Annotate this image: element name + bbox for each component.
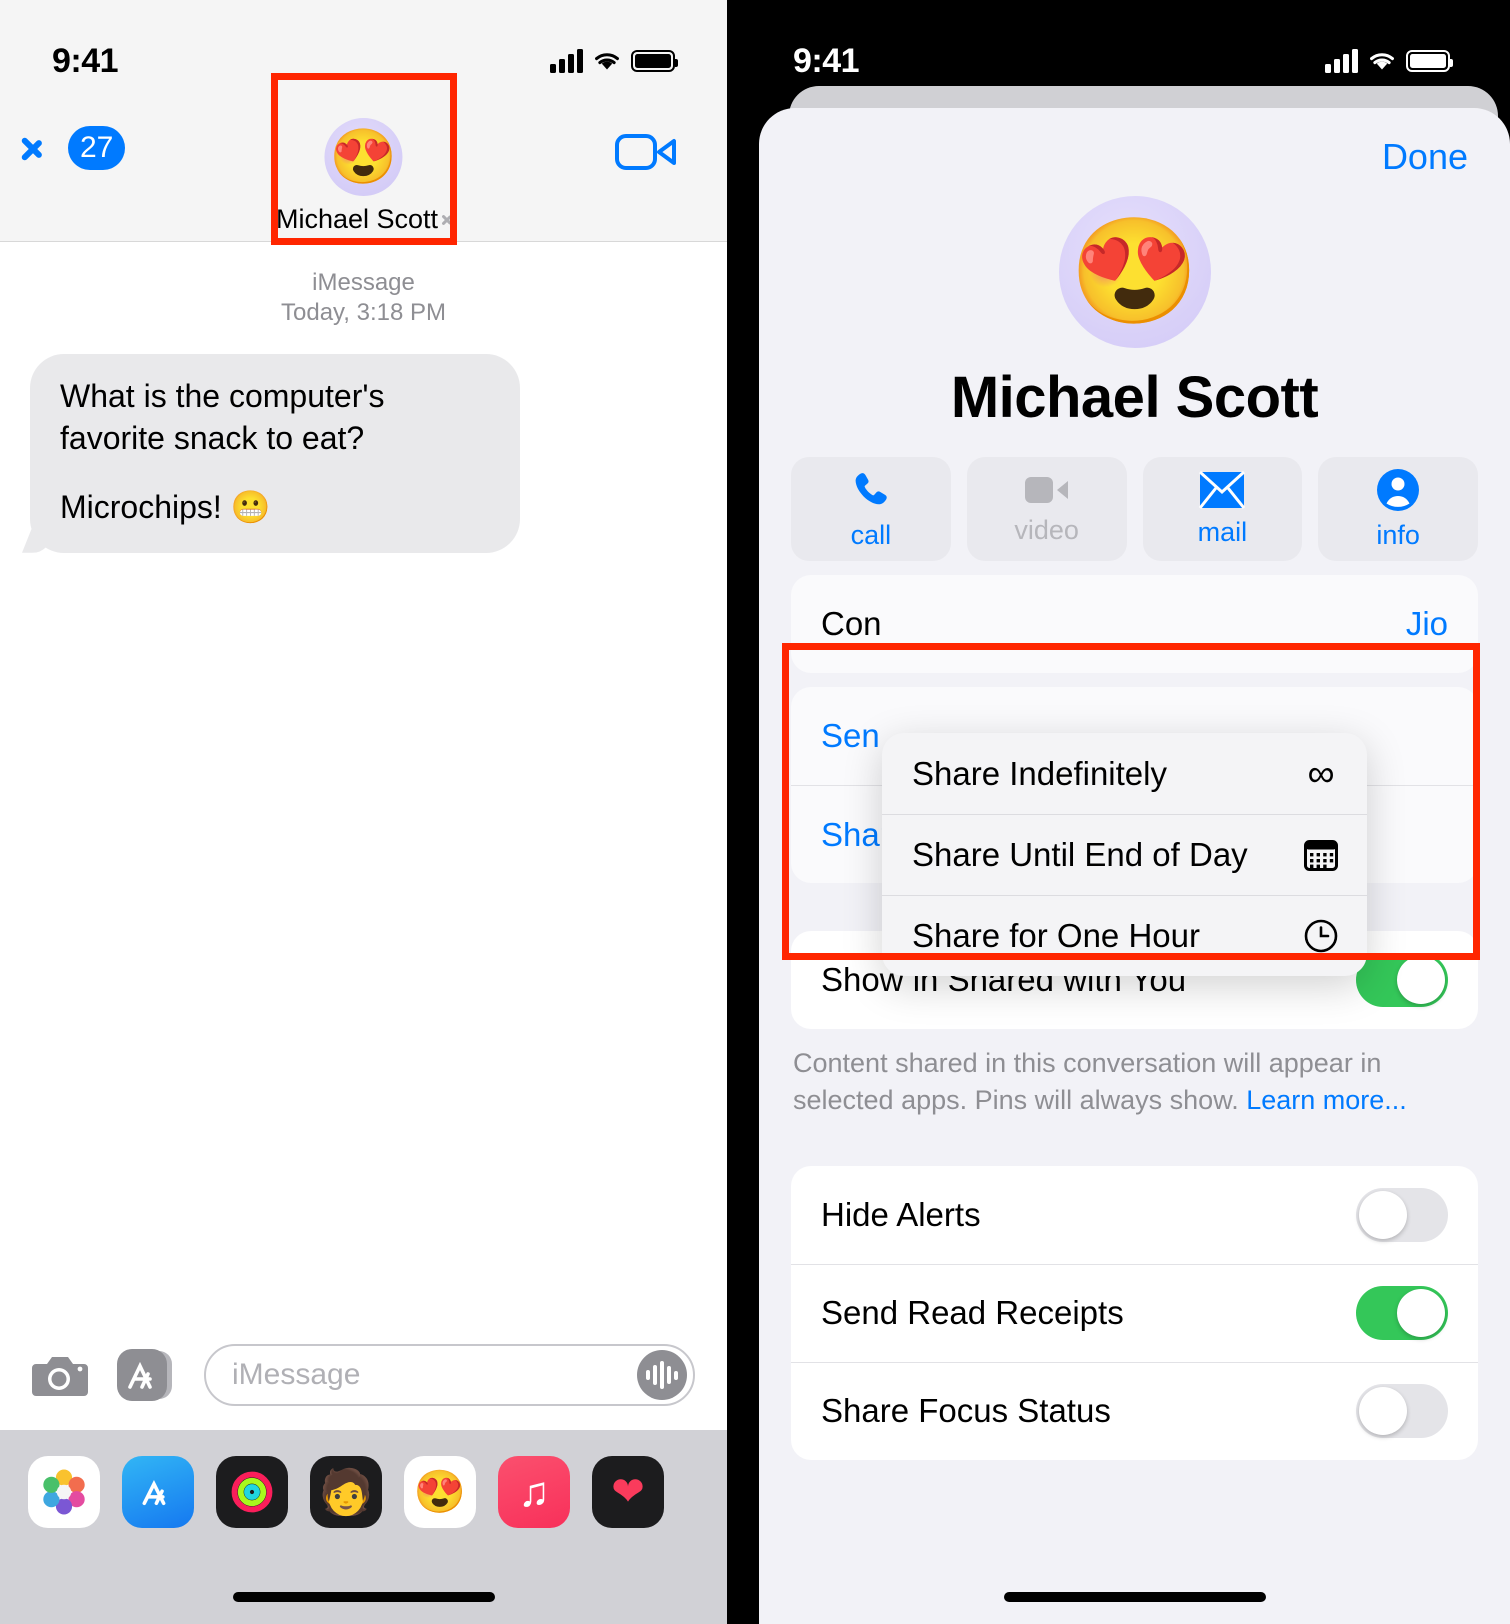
left-status-bar: 9:41 bbox=[0, 0, 727, 96]
app-store-icon[interactable] bbox=[116, 1346, 178, 1404]
contact-details-sheet: Done 😍 Michael Scott call video mail inf… bbox=[759, 108, 1510, 1624]
dual-phone-screenshot: 9:41 27 😍 Michael Scott iMessage Today, … bbox=[0, 0, 1510, 1624]
send-current-location-label: Sen bbox=[821, 717, 880, 754]
signal-bars-icon bbox=[550, 49, 583, 73]
status-indicators bbox=[1325, 49, 1453, 73]
send-read-receipts-row[interactable]: Send Read Receipts bbox=[791, 1263, 1478, 1362]
page-title: Michael Scott bbox=[950, 365, 1319, 430]
stickers-app-icon[interactable]: 😍 bbox=[404, 1456, 476, 1528]
message-input-bar: iMessage bbox=[0, 1320, 727, 1430]
right-phone-details-screen: 9:41 Done 😍 Michael Scott call video mai… bbox=[727, 0, 1510, 1624]
right-status-bar: 9:41 bbox=[727, 0, 1510, 96]
conversation-settings-group: Hide Alerts Send Read Receipts Share Foc… bbox=[791, 1165, 1478, 1460]
infinity-icon: ∞ bbox=[1307, 752, 1335, 795]
share-location-context-menu: Share Indefinitely ∞ Share Until End of … bbox=[882, 733, 1367, 976]
share-focus-status-row[interactable]: Share Focus Status bbox=[791, 1361, 1478, 1460]
sheet-toolbar: Done bbox=[759, 108, 1510, 178]
hide-alerts-row[interactable]: Hide Alerts bbox=[791, 1166, 1478, 1264]
battery-full-icon bbox=[1406, 50, 1453, 72]
share-for-one-hour-label: Share for One Hour bbox=[912, 917, 1200, 954]
battery-full-icon bbox=[631, 50, 678, 72]
message-service-label: iMessage bbox=[312, 269, 415, 296]
contact-profile: 😍 Michael Scott bbox=[759, 196, 1510, 431]
calendar-icon bbox=[1301, 835, 1341, 875]
memoji-app-icon[interactable]: 🧑 bbox=[310, 1456, 382, 1528]
share-indefinitely-label: Share Indefinitely bbox=[912, 754, 1167, 792]
share-until-end-of-day-item[interactable]: Share Until End of Day bbox=[882, 814, 1367, 895]
left-nav-bar: 27 😍 Michael Scott bbox=[0, 96, 727, 242]
info-button[interactable]: info bbox=[1318, 457, 1478, 561]
audio-waveform-icon[interactable] bbox=[637, 1350, 687, 1400]
send-read-receipts-toggle[interactable] bbox=[1356, 1286, 1448, 1340]
chevron-right-icon bbox=[442, 211, 451, 228]
home-indicator bbox=[232, 1592, 495, 1602]
chevron-left-icon bbox=[36, 128, 62, 168]
quick-action-row: call video mail info bbox=[759, 457, 1510, 561]
unread-count-badge: 27 bbox=[68, 126, 126, 170]
message-thread: iMessage Today, 3:18 PM What is the comp… bbox=[0, 242, 727, 1372]
video-camera-icon bbox=[1024, 476, 1068, 503]
mail-button[interactable]: mail bbox=[1142, 457, 1303, 561]
shared-with-you-footnote: Content shared in this conversation will… bbox=[793, 1045, 1476, 1120]
photos-app-icon[interactable] bbox=[28, 1456, 100, 1528]
message-timestamp: Today, 3:18 PM bbox=[281, 299, 446, 326]
send-read-receipts-label: Send Read Receipts bbox=[821, 1294, 1124, 1331]
camera-icon[interactable] bbox=[32, 1352, 90, 1398]
music-app-icon[interactable]: ♫ bbox=[498, 1456, 570, 1528]
avatar-emoji: 😍 bbox=[1069, 214, 1200, 330]
share-indefinitely-item[interactable]: Share Indefinitely ∞ bbox=[882, 733, 1367, 814]
left-phone-messages-screen: 9:41 27 😍 Michael Scott iMessage Today, … bbox=[0, 0, 727, 1624]
share-focus-status-toggle[interactable] bbox=[1356, 1384, 1448, 1438]
digital-touch-app-icon[interactable]: ❤ bbox=[592, 1456, 664, 1528]
back-button[interactable]: 27 bbox=[36, 126, 126, 170]
contact-number-row[interactable]: Con Jio bbox=[791, 575, 1478, 673]
message-text-line-2: Microchips! 😬 bbox=[60, 489, 271, 526]
status-time: 9:41 bbox=[52, 41, 119, 80]
contact-number-group: Con Jio bbox=[791, 575, 1478, 673]
done-button[interactable]: Done bbox=[1382, 136, 1468, 178]
video-label: video bbox=[1014, 514, 1079, 545]
wifi-icon bbox=[595, 53, 619, 70]
contact-name-label: Michael Scott bbox=[275, 204, 439, 234]
video-button[interactable]: video bbox=[966, 457, 1127, 561]
hide-alerts-toggle[interactable] bbox=[1356, 1187, 1448, 1242]
avatar-emoji: 😍 bbox=[329, 127, 398, 187]
contact-header-button[interactable]: 😍 Michael Scott bbox=[276, 118, 451, 235]
video-camera-icon[interactable] bbox=[615, 132, 677, 172]
imessage-input-field[interactable]: iMessage bbox=[204, 1344, 695, 1406]
call-button[interactable]: call bbox=[791, 457, 951, 561]
hide-alerts-label: Hide Alerts bbox=[821, 1195, 981, 1233]
home-indicator bbox=[1003, 1592, 1266, 1602]
show-in-shared-with-you-toggle[interactable] bbox=[1356, 953, 1448, 1007]
app-store-app-icon[interactable] bbox=[122, 1456, 194, 1528]
call-label: call bbox=[850, 519, 892, 550]
envelope-icon bbox=[1199, 470, 1246, 509]
mail-label: mail bbox=[1197, 516, 1248, 547]
learn-more-link[interactable]: Learn more... bbox=[1246, 1085, 1407, 1115]
wifi-icon bbox=[1370, 53, 1394, 70]
fitness-app-icon[interactable] bbox=[216, 1456, 288, 1528]
status-time: 9:41 bbox=[793, 41, 860, 80]
share-focus-status-label: Share Focus Status bbox=[821, 1392, 1111, 1429]
clock-icon bbox=[1301, 916, 1341, 956]
message-bubble[interactable]: What is the computer's favorite snack to… bbox=[30, 354, 520, 553]
signal-bars-icon bbox=[1325, 49, 1358, 73]
avatar[interactable]: 😍 bbox=[1058, 196, 1211, 348]
contact-number-label: Con bbox=[821, 605, 882, 642]
contact-name-row: Michael Scott bbox=[276, 204, 451, 235]
message-text-line-1: What is the computer's favorite snack to… bbox=[60, 378, 385, 456]
avatar: 😍 bbox=[324, 118, 403, 196]
carrier-label: Jio bbox=[1405, 605, 1448, 642]
info-label: info bbox=[1376, 519, 1420, 550]
message-meta: iMessage Today, 3:18 PM bbox=[30, 268, 697, 328]
status-indicators bbox=[550, 49, 678, 73]
contact-info-icon bbox=[1377, 468, 1420, 511]
imessage-app-drawer: 🧑 😍 ♫ ❤ bbox=[0, 1430, 727, 1624]
share-until-end-of-day-label: Share Until End of Day bbox=[912, 836, 1248, 873]
share-for-one-hour-item[interactable]: Share for One Hour bbox=[882, 895, 1367, 976]
phone-icon bbox=[855, 472, 887, 504]
imessage-placeholder: iMessage bbox=[232, 1358, 361, 1391]
